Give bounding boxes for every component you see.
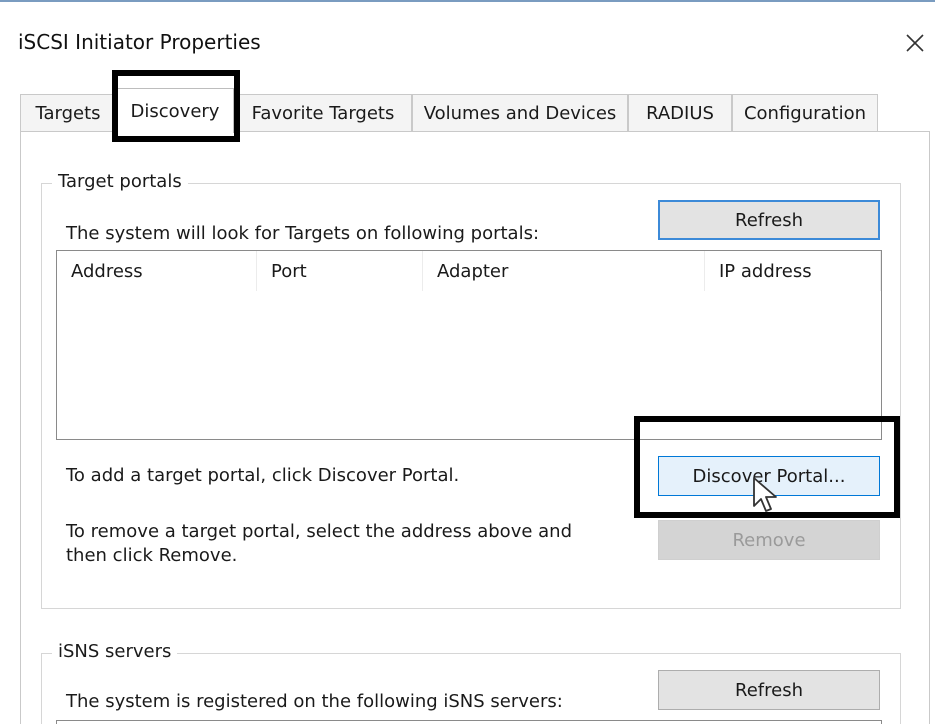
isns-servers-legend: iSNS servers bbox=[52, 641, 178, 662]
close-icon[interactable] bbox=[904, 32, 926, 54]
remove-portal-button[interactable]: Remove bbox=[658, 520, 880, 560]
column-header-port[interactable]: Port bbox=[257, 251, 423, 291]
isns-servers-group: iSNS servers The system is registered on… bbox=[41, 641, 901, 724]
close-button[interactable] bbox=[900, 26, 930, 60]
discover-portal-button[interactable]: Discover Portal... bbox=[658, 456, 880, 496]
isns-servers-list[interactable] bbox=[56, 720, 882, 724]
target-portals-refresh-button[interactable]: Refresh bbox=[658, 200, 880, 240]
tab-targets[interactable]: Targets bbox=[20, 94, 116, 132]
add-portal-hint: To add a target portal, click Discover P… bbox=[66, 465, 460, 486]
tab-discovery[interactable]: Discovery bbox=[116, 88, 234, 133]
remove-portal-hint-line1: To remove a target portal, select the ad… bbox=[66, 521, 573, 542]
tab-radius[interactable]: RADIUS bbox=[628, 94, 732, 132]
tab-favorite-targets[interactable]: Favorite Targets bbox=[234, 94, 412, 132]
tab-volumes-and-devices[interactable]: Volumes and Devices bbox=[412, 94, 628, 132]
tab-strip: Targets Discovery Favorite Targets Volum… bbox=[20, 88, 930, 133]
discovery-tab-panel: Target portals The system will look for … bbox=[20, 131, 930, 724]
target-portals-description: The system will look for Targets on foll… bbox=[66, 223, 540, 244]
column-header-adapter[interactable]: Adapter bbox=[423, 251, 705, 291]
target-portals-legend: Target portals bbox=[52, 171, 188, 192]
column-header-ip-address[interactable]: IP address bbox=[705, 251, 881, 291]
target-portals-list[interactable]: Address Port Adapter IP address bbox=[56, 250, 882, 440]
window-title: iSCSI Initiator Properties bbox=[18, 30, 261, 54]
target-portals-group: Target portals The system will look for … bbox=[41, 171, 901, 609]
remove-portal-hint-line2: then click Remove. bbox=[66, 545, 238, 566]
isns-servers-refresh-button[interactable]: Refresh bbox=[658, 670, 880, 710]
iscsi-properties-window: iSCSI Initiator Properties Targets Disco… bbox=[0, 0, 935, 724]
column-header-address[interactable]: Address bbox=[57, 251, 257, 291]
tab-configuration[interactable]: Configuration bbox=[732, 94, 878, 132]
isns-servers-description: The system is registered on the followin… bbox=[66, 691, 563, 712]
